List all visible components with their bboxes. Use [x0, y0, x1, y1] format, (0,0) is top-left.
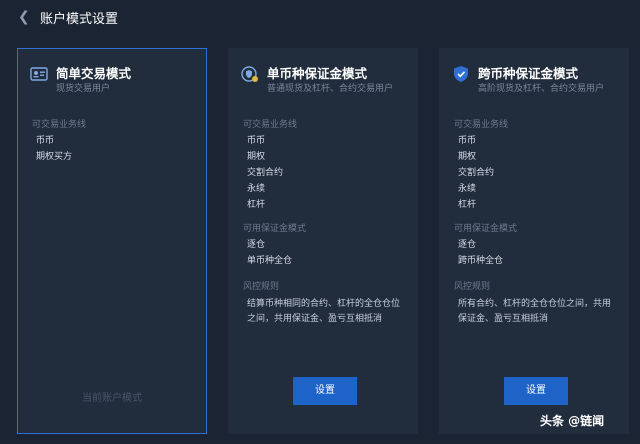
coin-shield-icon [241, 66, 258, 82]
business-item: 永续 [458, 184, 477, 194]
business-item: 杠杆 [247, 200, 266, 210]
page-title: 账户模式设置 [40, 11, 119, 27]
mode-subtitle: 现货交易用户 [56, 84, 111, 94]
mode-card-header: 跨币种保证金模式 高阶现货及杠杆、合约交易用户 [452, 61, 620, 94]
business-label: 可交易业务线 [243, 120, 298, 130]
margin-item: 逐仓 [247, 240, 266, 250]
risk-section: 风控规则 所有合约、杠杆的全仓仓位之间，共用保证金、盈亏互相抵消 [454, 279, 618, 327]
mode-name: 单币种保证金模式 [267, 66, 368, 81]
mode-subtitle: 普通现货及杠杆、合约交易用户 [267, 84, 394, 94]
business-section: 可交易业务线 币币 期权 交割合约 永续 杠杆 [454, 117, 618, 213]
business-item: 期权 [458, 152, 477, 162]
mode-card-header: 单币种保证金模式 普通现货及杠杆、合约交易用户 [241, 61, 409, 94]
business-section: 可交易业务线 币币 期权买方 [32, 117, 196, 165]
margin-section: 可用保证金模式 逐仓 单币种全仓 [243, 221, 407, 269]
risk-label: 风控规则 [454, 282, 491, 292]
shield-icon [454, 66, 468, 82]
set-mode-button[interactable]: 设置 [504, 377, 568, 405]
margin-label: 可用保证金模式 [243, 224, 307, 234]
id-card-icon [30, 67, 48, 81]
mode-subtitle: 高阶现货及杠杆、合约交易用户 [478, 84, 605, 94]
risk-section: 风控规则 结算币种相同的合约、杠杆的全仓仓位之间，共用保证金、盈亏互相抵消 [243, 279, 407, 327]
risk-description: 结算币种相同的合约、杠杆的全仓仓位之间，共用保证金、盈亏互相抵消 [247, 299, 401, 324]
business-item: 交割合约 [458, 168, 495, 178]
business-section: 可交易业务线 币币 期权 交割合约 永续 杠杆 [243, 117, 407, 213]
mode-name: 简单交易模式 [56, 66, 132, 81]
business-item: 交割合约 [247, 168, 284, 178]
watermark: 头条 @链闻 [540, 414, 605, 428]
business-item: 币币 [36, 136, 55, 146]
business-label: 可交易业务线 [454, 120, 509, 130]
business-item: 期权 [247, 152, 266, 162]
margin-section: 可用保证金模式 逐仓 跨币种全仓 [454, 221, 618, 269]
margin-item: 逐仓 [458, 240, 477, 250]
mode-name: 跨币种保证金模式 [478, 66, 579, 81]
business-item: 币币 [247, 136, 266, 146]
margin-item: 单币种全仓 [247, 256, 293, 266]
top-bar: ❮ 账户模式设置 [0, 0, 640, 34]
risk-description: 所有合约、杠杆的全仓仓位之间，共用保证金、盈亏互相抵消 [458, 299, 612, 324]
mode-card-header: 简单交易模式 现货交易用户 [30, 61, 198, 94]
business-item: 永续 [247, 184, 266, 194]
business-item: 币币 [458, 136, 477, 146]
business-item: 杠杆 [458, 200, 477, 210]
mode-card-simple[interactable]: 简单交易模式 现货交易用户 可交易业务线 币币 期权买方 当前账户模式 [17, 48, 207, 434]
risk-label: 风控规则 [243, 282, 280, 292]
margin-label: 可用保证金模式 [454, 224, 518, 234]
mode-card-single-currency[interactable]: 单币种保证金模式 普通现货及杠杆、合约交易用户 可交易业务线 币币 期权 交割合… [228, 48, 418, 434]
chevron-left-icon[interactable]: ❮ [18, 9, 34, 25]
business-item: 期权买方 [36, 152, 73, 162]
mode-card-cross-currency[interactable]: 跨币种保证金模式 高阶现货及杠杆、合约交易用户 可交易业务线 币币 期权 交割合… [439, 48, 629, 434]
margin-item: 跨币种全仓 [458, 256, 504, 266]
current-mode-label: 当前账户模式 [82, 393, 142, 404]
business-label: 可交易业务线 [32, 120, 87, 130]
set-mode-button[interactable]: 设置 [293, 377, 357, 405]
